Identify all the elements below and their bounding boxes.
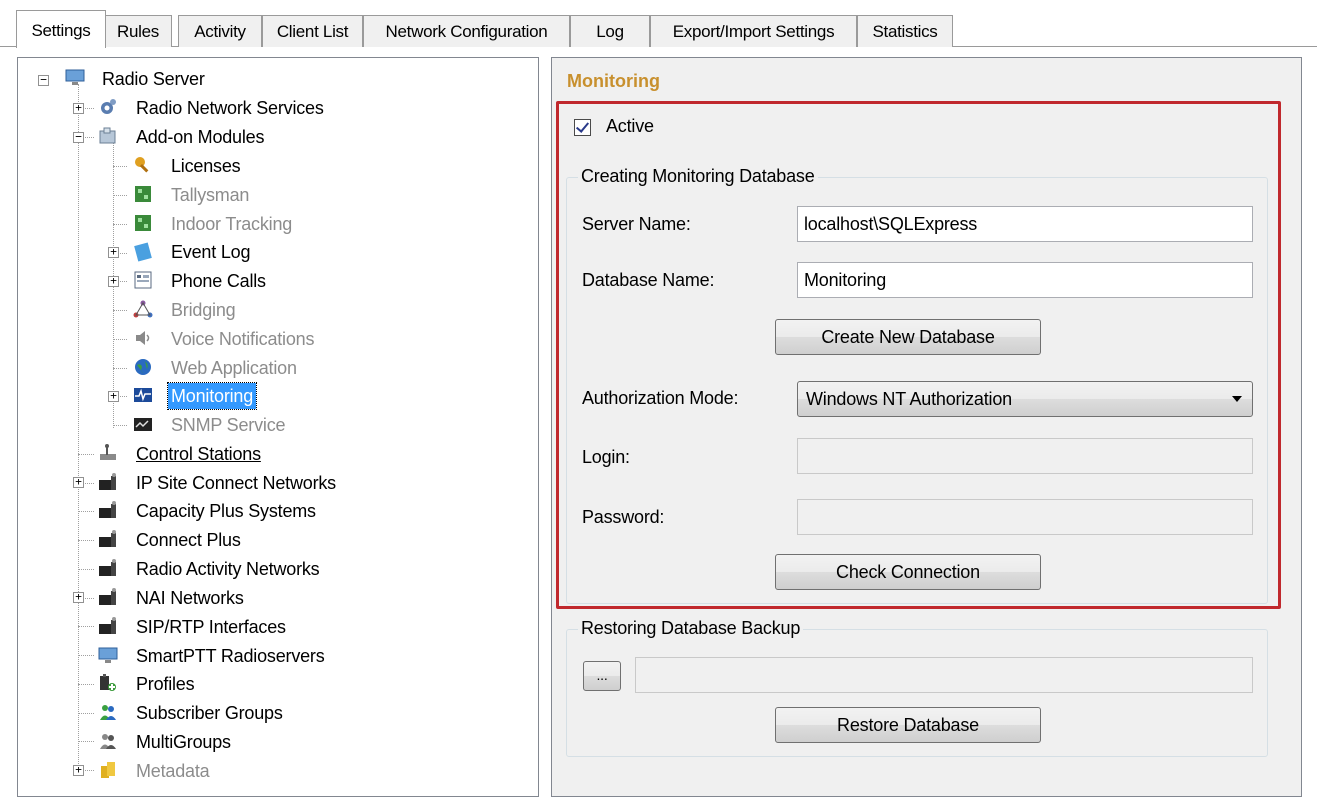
metadata-icon xyxy=(101,762,115,778)
server-icon xyxy=(98,647,118,663)
login-input[interactable] xyxy=(797,438,1253,474)
tab-statistics[interactable]: Statistics xyxy=(857,15,953,47)
tab-settings[interactable]: Settings xyxy=(16,10,106,48)
server-name-label: Server Name: xyxy=(582,214,691,234)
tab-network-configuration[interactable]: Network Configuration xyxy=(363,15,570,47)
restore-backup-group-label: Restoring Database Backup xyxy=(578,618,804,639)
globe-icon xyxy=(135,359,151,375)
tab-rules[interactable]: Rules xyxy=(104,15,172,47)
tab-export-import-settings[interactable]: Export/Import Settings xyxy=(650,15,857,47)
collapse-icon[interactable]: − xyxy=(38,74,49,86)
expand-icon[interactable]: + xyxy=(108,246,119,258)
create-new-database-button[interactable]: Create New Database xyxy=(775,319,1041,355)
server-icon xyxy=(65,69,85,85)
login-label: Login: xyxy=(582,447,630,467)
speaker-icon xyxy=(136,331,150,345)
users-icon xyxy=(100,705,116,720)
tab-activity[interactable]: Activity xyxy=(178,15,262,47)
server-name-input[interactable]: localhost\SQLExpress xyxy=(797,206,1253,242)
create-database-group-label: Creating Monitoring Database xyxy=(578,166,818,187)
gear-icon xyxy=(101,99,116,114)
bridging-icon xyxy=(133,300,153,318)
tab-client-list[interactable]: Client List xyxy=(262,15,363,47)
tab-log[interactable]: Log xyxy=(570,15,650,47)
restore-database-button[interactable]: Restore Database xyxy=(775,707,1041,743)
multigroups-icon xyxy=(100,734,116,749)
module-icon xyxy=(135,215,151,231)
active-checkbox[interactable] xyxy=(574,119,591,136)
network-icon xyxy=(99,473,116,490)
backup-path-input[interactable] xyxy=(635,657,1253,693)
database-name-input[interactable]: Monitoring xyxy=(797,262,1253,298)
phone-calls-icon xyxy=(134,271,152,289)
event-log-icon xyxy=(134,242,152,262)
expand-icon[interactable]: + xyxy=(73,764,84,776)
network-icon xyxy=(99,559,116,576)
network-icon xyxy=(99,530,116,547)
monitoring-icon xyxy=(134,388,152,402)
authorization-mode-label: Authorization Mode: xyxy=(582,388,739,408)
password-label: Password: xyxy=(582,507,665,527)
settings-tree[interactable]: − Radio Server + Radio Network Services … xyxy=(17,57,539,797)
control-station-icon xyxy=(100,444,116,460)
key-icon xyxy=(135,157,149,173)
check-connection-button[interactable]: Check Connection xyxy=(775,554,1041,590)
expand-icon[interactable]: + xyxy=(73,476,84,488)
password-input[interactable] xyxy=(797,499,1253,535)
network-icon xyxy=(99,617,116,634)
expand-icon[interactable]: + xyxy=(108,275,119,287)
profiles-icon xyxy=(100,674,116,691)
snmp-icon xyxy=(134,418,152,431)
network-icon xyxy=(99,588,116,605)
expand-icon[interactable]: + xyxy=(73,591,84,603)
puzzle-icon xyxy=(99,127,116,144)
authorization-mode-select[interactable]: Windows NT Authorization xyxy=(797,381,1253,417)
collapse-icon[interactable]: − xyxy=(73,131,84,143)
active-label[interactable]: Active xyxy=(606,116,654,137)
authorization-mode-value: Windows NT Authorization xyxy=(806,389,1012,409)
panel-title: Monitoring xyxy=(567,71,660,91)
module-icon xyxy=(135,186,151,202)
network-icon xyxy=(99,501,116,518)
database-name-label: Database Name: xyxy=(582,270,715,290)
expand-icon[interactable]: + xyxy=(73,102,84,114)
expand-icon[interactable]: + xyxy=(108,390,119,402)
tab-strip: Settings Rules Activity Client List Netw… xyxy=(0,0,1317,48)
browse-button[interactable]: ... xyxy=(583,661,621,691)
chevron-down-icon xyxy=(1232,396,1242,402)
